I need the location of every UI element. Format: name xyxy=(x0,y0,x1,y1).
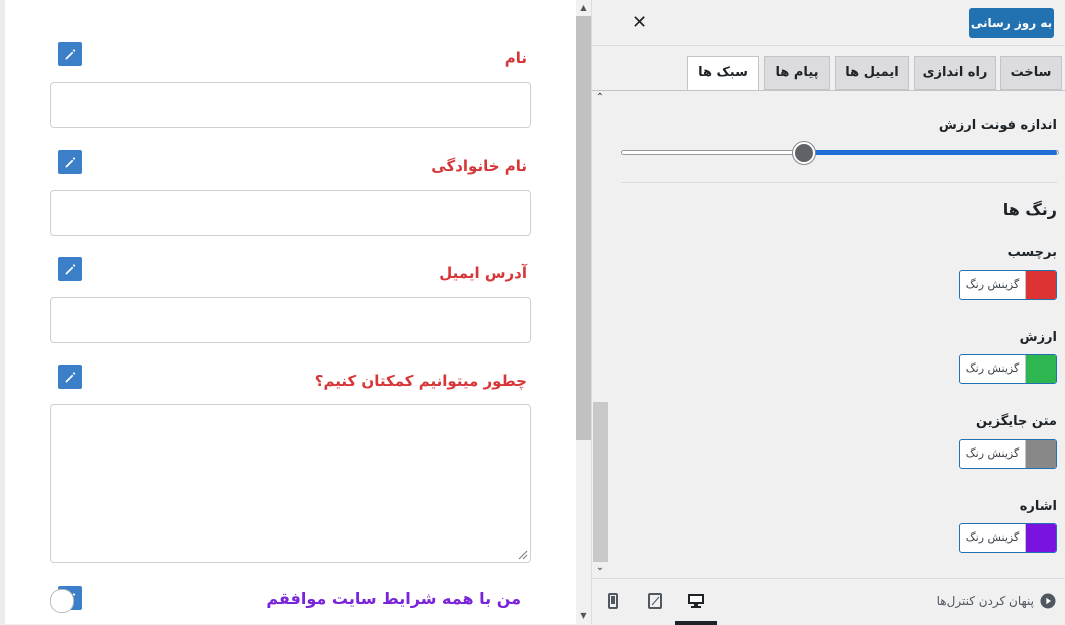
panel-scrollbar[interactable]: ⌃ ⌄ xyxy=(592,92,608,578)
tab-styles[interactable]: سبک ها xyxy=(687,56,759,91)
close-icon[interactable]: ✕ xyxy=(632,12,647,33)
mobile-icon[interactable] xyxy=(600,587,626,615)
settings-tabs: ساخت راه اندازی ایمیل ها پیام ها سبک ها xyxy=(592,56,1065,91)
hint-color-title: اشاره xyxy=(1019,499,1057,514)
edit-field-name-button[interactable] xyxy=(58,42,82,66)
message-textarea[interactable] xyxy=(50,404,531,563)
update-button[interactable]: به روز رسانی xyxy=(969,8,1054,38)
color-swatch xyxy=(1026,355,1056,383)
controls-panel: به روز رسانی ✕ ساخت راه اندازی ایمیل ها … xyxy=(591,0,1065,625)
tabs-divider xyxy=(592,90,1065,91)
pencil-icon xyxy=(65,371,75,382)
color-swatch xyxy=(1026,524,1056,552)
section-divider xyxy=(621,182,1057,183)
panel-footer: پنهان کردن کنترل‌ها xyxy=(592,578,1065,625)
field-label-last-name: نام خانوادگی xyxy=(431,157,527,175)
terms-label: من با همه شرایط سایت موافقم xyxy=(266,589,521,608)
preview-edge xyxy=(0,0,5,624)
select-color-text: گزینش رنگ xyxy=(960,440,1026,468)
scroll-up-arrow-icon[interactable]: ▲ xyxy=(576,1,591,15)
edit-field-email-button[interactable] xyxy=(58,257,82,281)
color-swatch xyxy=(1026,271,1056,299)
header-divider xyxy=(592,45,1065,46)
select-color-text: گزینش رنگ xyxy=(960,524,1026,552)
panel-scroll-thumb[interactable] xyxy=(593,402,608,562)
edit-field-message-button[interactable] xyxy=(58,365,82,389)
desktop-icon[interactable] xyxy=(683,587,709,615)
value-color-title: ارزش xyxy=(1019,330,1057,345)
panel-scroll-down-icon[interactable]: ⌄ xyxy=(592,562,608,573)
pencil-icon xyxy=(65,156,75,167)
last-name-input[interactable] xyxy=(50,190,531,236)
preview-scroll-thumb[interactable] xyxy=(576,16,591,440)
preview-scrollbar[interactable]: ▲ ▼ xyxy=(576,0,591,624)
play-circle-icon xyxy=(1040,593,1056,609)
tab-setup[interactable]: راه اندازی xyxy=(914,56,996,90)
font-size-slider-handle[interactable] xyxy=(793,142,816,164)
placeholder-color-picker[interactable]: گزینش رنگ xyxy=(959,439,1057,469)
tab-emails[interactable]: ایمیل ها xyxy=(835,56,909,90)
hide-controls-label: پنهان کردن کنترل‌ها xyxy=(936,594,1034,608)
active-device-indicator xyxy=(675,621,717,625)
field-label-message: چطور میتوانیم کمکتان کنیم؟ xyxy=(314,372,527,390)
font-size-label: اندازه فونت ارزش xyxy=(938,118,1057,133)
email-input[interactable] xyxy=(50,297,531,343)
tablet-icon[interactable] xyxy=(642,587,668,615)
colors-section-title: رنگ ها xyxy=(1002,200,1057,219)
label-color-title: برچسب xyxy=(1007,245,1057,260)
color-swatch xyxy=(1026,440,1056,468)
tablet-icon-glyph xyxy=(648,593,662,609)
placeholder-color-title: متن جایگزین xyxy=(976,414,1057,429)
hide-controls-toggle[interactable]: پنهان کردن کنترل‌ها xyxy=(937,593,1056,609)
label-color-picker[interactable]: گزینش رنگ xyxy=(959,270,1057,300)
terms-toggle[interactable] xyxy=(50,589,74,613)
pencil-icon xyxy=(65,263,75,274)
value-color-picker[interactable]: گزینش رنگ xyxy=(959,354,1057,384)
edit-field-last-name-button[interactable] xyxy=(58,150,82,174)
mobile-icon-glyph xyxy=(608,593,618,609)
font-size-slider-fill xyxy=(804,150,1057,155)
field-label-first-name: نام xyxy=(504,49,527,67)
select-color-text: گزینش رنگ xyxy=(960,355,1026,383)
tab-messages[interactable]: پیام ها xyxy=(764,56,830,90)
desktop-icon-glyph xyxy=(688,594,704,608)
resize-grip-icon[interactable] xyxy=(516,548,528,560)
first-name-input[interactable] xyxy=(50,82,531,128)
scroll-down-arrow-icon[interactable]: ▼ xyxy=(576,609,591,623)
field-label-email: آدرس ایمیل xyxy=(439,264,527,282)
pencil-icon xyxy=(65,48,75,59)
form-preview: نام نام خانوادگی آدرس ایمیل چطور میتوانی… xyxy=(0,0,576,624)
panel-scroll-up-icon[interactable]: ⌃ xyxy=(592,92,608,103)
hint-color-picker[interactable]: گزینش رنگ xyxy=(959,523,1057,553)
tab-build[interactable]: ساخت xyxy=(1000,56,1062,90)
select-color-text: گزینش رنگ xyxy=(960,271,1026,299)
